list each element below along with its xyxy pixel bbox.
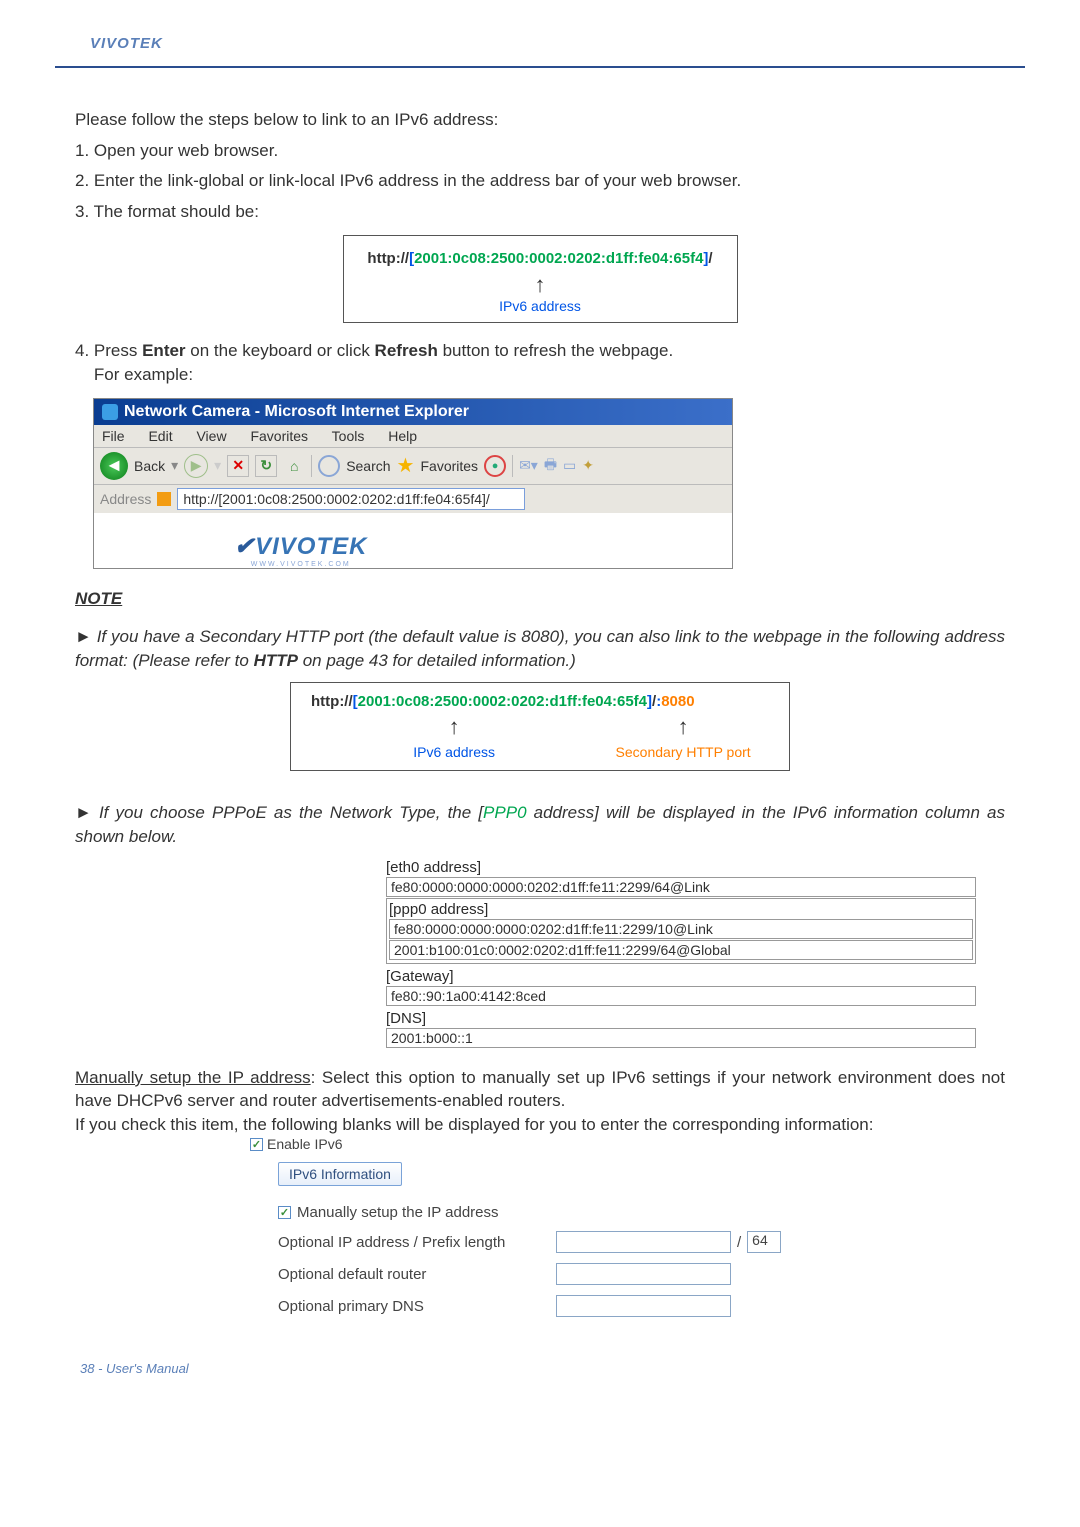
vivotek-logo-sub: WWW.VIVOTEK.COM	[234, 561, 367, 568]
address-label: Address	[100, 491, 151, 507]
favorites-star-icon[interactable]: ★	[397, 453, 415, 478]
gateway-value: fe80::90:1a00:4142:8ced	[386, 986, 976, 1006]
opt-router-input[interactable]	[556, 1263, 731, 1285]
manual-ip-checkbox[interactable]: ✓	[278, 1206, 291, 1219]
address-input[interactable]: http://[2001:0c08:2500:0002:0202:d1ff:fe…	[177, 488, 525, 510]
note-heading: NOTE	[75, 589, 1005, 609]
opt-ip-input[interactable]	[556, 1231, 731, 1253]
home-button-icon[interactable]: ⌂	[283, 455, 305, 477]
ie-menubar: File Edit View Favorites Tools Help	[94, 425, 732, 447]
manual-ip-label: Manually setup the IP address	[297, 1204, 499, 1221]
prefix-slash: /	[737, 1234, 741, 1251]
enable-ipv6-checkbox[interactable]: ✓	[250, 1138, 263, 1151]
dns-header: [DNS]	[386, 1010, 976, 1027]
arrow-up-icon-2b: ↑	[678, 714, 689, 739]
note-para-2: ► If you choose PPPoE as the Network Typ…	[75, 801, 1005, 849]
favorites-label[interactable]: Favorites	[420, 458, 478, 474]
page-icon	[157, 492, 171, 506]
page-footer: 38 - User's Manual	[55, 1361, 1025, 1376]
step4-text: 4. Press Enter on the keyboard or click …	[75, 339, 1005, 388]
enable-ipv6-label: Enable IPv6	[267, 1136, 343, 1152]
ie-body: ✔VIVOTEK WWW.VIVOTEK.COM	[94, 513, 732, 568]
forward-button-icon[interactable]: ▶	[184, 454, 208, 478]
search-label[interactable]: Search	[346, 458, 390, 474]
edit-icon[interactable]: ▭	[563, 457, 576, 474]
intro-lead: Please follow the steps below to link to…	[75, 108, 1005, 133]
ie-toolbar: ◄ Back ▾ ▶ ▾ ✕ ↻ ⌂ Search ★ Favorites ● …	[94, 447, 732, 485]
arrow-up-icon: ↑	[535, 272, 546, 297]
mail-icon[interactable]: ✉▾	[519, 457, 538, 474]
opt-dns-label: Optional primary DNS	[278, 1298, 556, 1315]
url1-ipv6: 2001:0c08:2500:0002:0202:d1ff:fe04:65f4	[414, 250, 703, 267]
ie-titlebar: Network Camera - Microsoft Internet Expl…	[94, 399, 732, 425]
arrow-up-icon-2a: ↑	[449, 714, 460, 739]
ie-window: Network Camera - Microsoft Internet Expl…	[93, 398, 733, 569]
url2-label-ipv6: IPv6 address	[413, 744, 495, 760]
url-format-box-1: http://[2001:0c08:2500:0002:0202:d1ff:fe…	[343, 235, 738, 323]
url2-label-port: Secondary HTTP port	[616, 744, 751, 760]
intro-step3: 3. The format should be:	[75, 200, 275, 225]
header-divider	[55, 66, 1025, 68]
menu-file[interactable]: File	[102, 428, 125, 444]
brand-header: VIVOTEK	[55, 35, 1025, 52]
gateway-header: [Gateway]	[386, 968, 976, 985]
ipv6-settings-form: ✓ Enable IPv6 IPv6 Information ✓ Manuall…	[250, 1136, 1005, 1317]
prefix-length-input[interactable]: 64	[747, 1231, 781, 1253]
ie-app-icon	[102, 404, 118, 420]
ppp0-value-1: fe80:0000:0000:0000:0202:d1ff:fe11:2299/…	[389, 919, 973, 939]
ppp0-value-2: 2001:b100:01c0:0002:0202:d1ff:fe11:2299/…	[389, 940, 973, 960]
stop-button-icon[interactable]: ✕	[227, 455, 249, 477]
ipv6-info-panel: [eth0 address] fe80:0000:0000:0000:0202:…	[386, 859, 976, 1048]
url1-label: IPv6 address	[364, 298, 717, 314]
search-icon[interactable]	[318, 455, 340, 477]
menu-view[interactable]: View	[196, 428, 226, 444]
ie-title-text: Network Camera - Microsoft Internet Expl…	[124, 403, 469, 421]
ipv6-info-button[interactable]: IPv6 Information	[278, 1162, 402, 1186]
opt-ip-label: Optional IP address / Prefix length	[278, 1234, 556, 1251]
eth0-value: fe80:0000:0000:0000:0202:d1ff:fe11:2299/…	[386, 877, 976, 897]
discuss-icon[interactable]: ✦	[582, 457, 594, 474]
refresh-button-icon[interactable]: ↻	[255, 455, 277, 477]
url1-prefix: http://	[367, 250, 409, 267]
dns-value: 2001:b000::1	[386, 1028, 976, 1048]
ppp0-header: [ppp0 address]	[389, 901, 973, 918]
intro-step2: 2. Enter the link-global or link-local I…	[75, 169, 1005, 194]
url2-prefix: http://	[311, 693, 353, 710]
menu-help[interactable]: Help	[388, 428, 417, 444]
url-format-box-2: http://[2001:0c08:2500:0002:0202:d1ff:fe…	[290, 682, 790, 771]
intro-step1: 1. Open your web browser.	[75, 139, 1005, 164]
media-icon[interactable]: ●	[484, 455, 506, 477]
back-label[interactable]: Back	[134, 458, 165, 474]
opt-dns-input[interactable]	[556, 1295, 731, 1317]
url2-ipv6: 2001:0c08:2500:0002:0202:d1ff:fe04:65f4	[358, 693, 647, 710]
vivotek-logo: ✔VIVOTEK	[234, 533, 367, 560]
url1-suffix: /	[708, 250, 712, 267]
menu-tools[interactable]: Tools	[332, 428, 365, 444]
note-para-1: ► If you have a Secondary HTTP port (the…	[75, 625, 1005, 673]
menu-edit[interactable]: Edit	[148, 428, 172, 444]
ie-address-bar: Address http://[2001:0c08:2500:0002:0202…	[94, 485, 732, 513]
opt-router-label: Optional default router	[278, 1266, 556, 1283]
back-button-icon[interactable]: ◄	[100, 452, 128, 480]
menu-favorites[interactable]: Favorites	[250, 428, 308, 444]
manual-setup-para: Manually setup the IP address: Select th…	[75, 1066, 1005, 1136]
url2-port: 8080	[661, 693, 694, 710]
print-icon[interactable]: 🖶	[544, 454, 557, 478]
eth0-header: [eth0 address]	[386, 859, 976, 876]
